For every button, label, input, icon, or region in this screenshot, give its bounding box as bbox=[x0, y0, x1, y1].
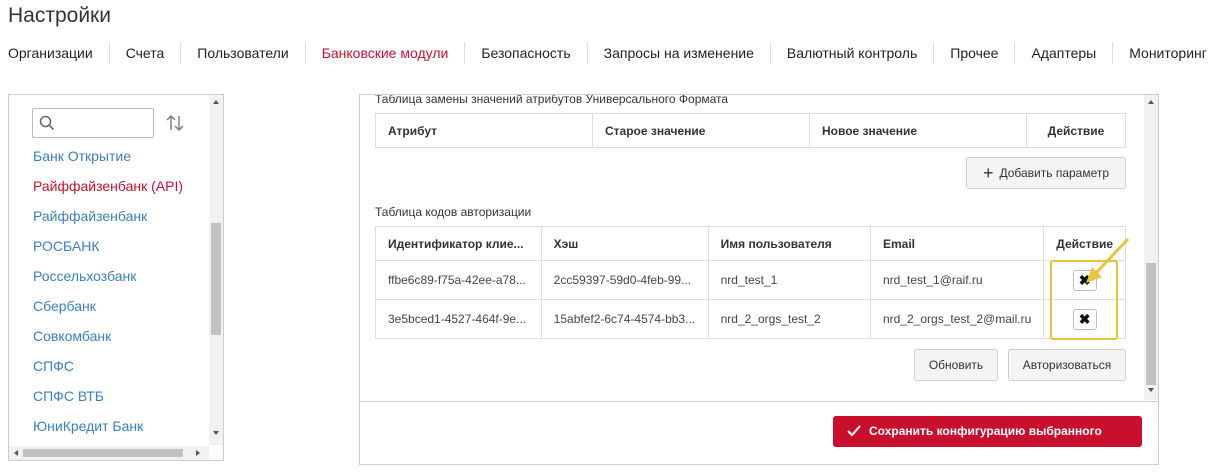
col-new-value: Новое значение bbox=[809, 113, 1027, 148]
client-id-cell: ffbe6c89-f75a-42ee-a78... bbox=[375, 260, 542, 300]
vertical-scrollbar[interactable] bbox=[1144, 95, 1158, 400]
bank-list-panel: Банк Открытие Райффайзенбанк (API) Райфф… bbox=[8, 94, 224, 461]
save-config-label: Сохранить конфигурацию выбранного модуля bbox=[869, 424, 1102, 465]
table-row: 3e5bced1-4527-464f-9e... 15abfef2-6c74-4… bbox=[375, 299, 1126, 339]
bank-list: Банк Открытие Райффайзенбанк (API) Райфф… bbox=[33, 141, 203, 441]
settings-tabs: Организации Счета Пользователи Банковские м… bbox=[0, 42, 1219, 64]
divider bbox=[360, 401, 1158, 402]
table-row: ffbe6c89-f75a-42ee-a78... 2cc59397-59d0-… bbox=[375, 260, 1126, 300]
scrollbar-thumb[interactable] bbox=[1146, 263, 1156, 385]
search-input[interactable] bbox=[32, 108, 154, 138]
username-cell: nrd_test_1 bbox=[707, 260, 871, 300]
save-config-button[interactable]: Сохранить конфигурацию выбранного модуля bbox=[833, 416, 1142, 464]
plus-icon: + bbox=[982, 163, 994, 183]
pointer-arrow-icon bbox=[1086, 237, 1130, 283]
tab-organizations[interactable]: Организации bbox=[0, 42, 109, 64]
attr-table: Атрибут Старое значение Новое значение Д… bbox=[375, 113, 1126, 148]
bank-item[interactable]: Совкомбанк bbox=[33, 321, 203, 351]
tab-monitoring[interactable]: Мониторинг bbox=[1112, 42, 1219, 64]
attr-table-label: Таблица замены значений атрибутов Универ… bbox=[375, 94, 729, 106]
col-hash: Хэш bbox=[540, 226, 709, 261]
col-client-id: Идентификатор клие... bbox=[375, 226, 542, 261]
tab-bank-modules[interactable]: Банковские модули bbox=[304, 42, 465, 64]
bank-item[interactable]: Сбербанк bbox=[33, 291, 203, 321]
refresh-button[interactable]: Обновить bbox=[914, 349, 998, 381]
bank-item[interactable]: СПФС bbox=[33, 351, 203, 381]
client-id-cell: 3e5bced1-4527-464f-9e... bbox=[375, 299, 542, 339]
authorize-button[interactable]: Авторизоваться bbox=[1008, 349, 1126, 381]
sort-icon[interactable] bbox=[164, 113, 186, 133]
tab-accounts[interactable]: Счета bbox=[108, 42, 181, 64]
auth-codes-table: Идентификатор клие... Хэш Имя пользовате… bbox=[375, 226, 1126, 339]
check-icon bbox=[847, 425, 861, 437]
bank-item-selected[interactable]: Райффайзенбанк (API) bbox=[33, 171, 203, 201]
bank-item[interactable]: Россельхозбанк bbox=[33, 261, 203, 291]
tab-adapters[interactable]: Адаптеры bbox=[1014, 42, 1112, 64]
col-username: Имя пользователя bbox=[707, 226, 871, 261]
username-cell: nrd_2_orgs_test_2 bbox=[707, 299, 871, 339]
col-email: Email bbox=[869, 226, 1045, 261]
email-cell: nrd_2_orgs_test_2@mail.ru bbox=[869, 299, 1045, 339]
col-old-value: Старое значение bbox=[592, 113, 810, 148]
horizontal-scrollbar[interactable] bbox=[9, 446, 209, 460]
tab-users[interactable]: Пользователи bbox=[180, 42, 304, 64]
page-title: Настройки bbox=[8, 4, 111, 27]
tab-security[interactable]: Безопасность bbox=[464, 42, 586, 64]
add-parameter-button[interactable]: + Добавить параметр bbox=[966, 157, 1126, 189]
hash-cell: 15abfef2-6c74-4574-bb3... bbox=[540, 299, 709, 339]
bank-item[interactable]: РОСБАНК bbox=[33, 231, 203, 261]
search-icon bbox=[39, 115, 55, 131]
tab-change-requests[interactable]: Запросы на изменение bbox=[586, 42, 770, 64]
vertical-scrollbar[interactable] bbox=[209, 95, 223, 445]
col-action: Действие bbox=[1026, 113, 1126, 148]
scrollbar-thumb[interactable] bbox=[211, 223, 221, 335]
tab-currency-control[interactable]: Валютный контроль bbox=[769, 42, 933, 64]
module-config-panel: Таблица замены значений атрибутов Универ… bbox=[359, 94, 1159, 465]
col-attribute: Атрибут bbox=[375, 113, 593, 148]
scrollbar-thumb[interactable] bbox=[23, 449, 183, 457]
email-cell: nrd_test_1@raif.ru bbox=[869, 260, 1045, 300]
bank-item[interactable]: Банк Открытие bbox=[33, 141, 203, 171]
hash-cell: 2cc59397-59d0-4feb-99... bbox=[540, 260, 709, 300]
auth-table-label: Таблица кодов авторизации bbox=[375, 205, 532, 219]
bank-item[interactable]: СПФС ВТБ bbox=[33, 381, 203, 411]
bank-item[interactable]: ЮниКредит Банк bbox=[33, 411, 203, 441]
tab-other[interactable]: Прочее bbox=[933, 42, 1014, 64]
bank-item[interactable]: Райффайзенбанк bbox=[33, 201, 203, 231]
